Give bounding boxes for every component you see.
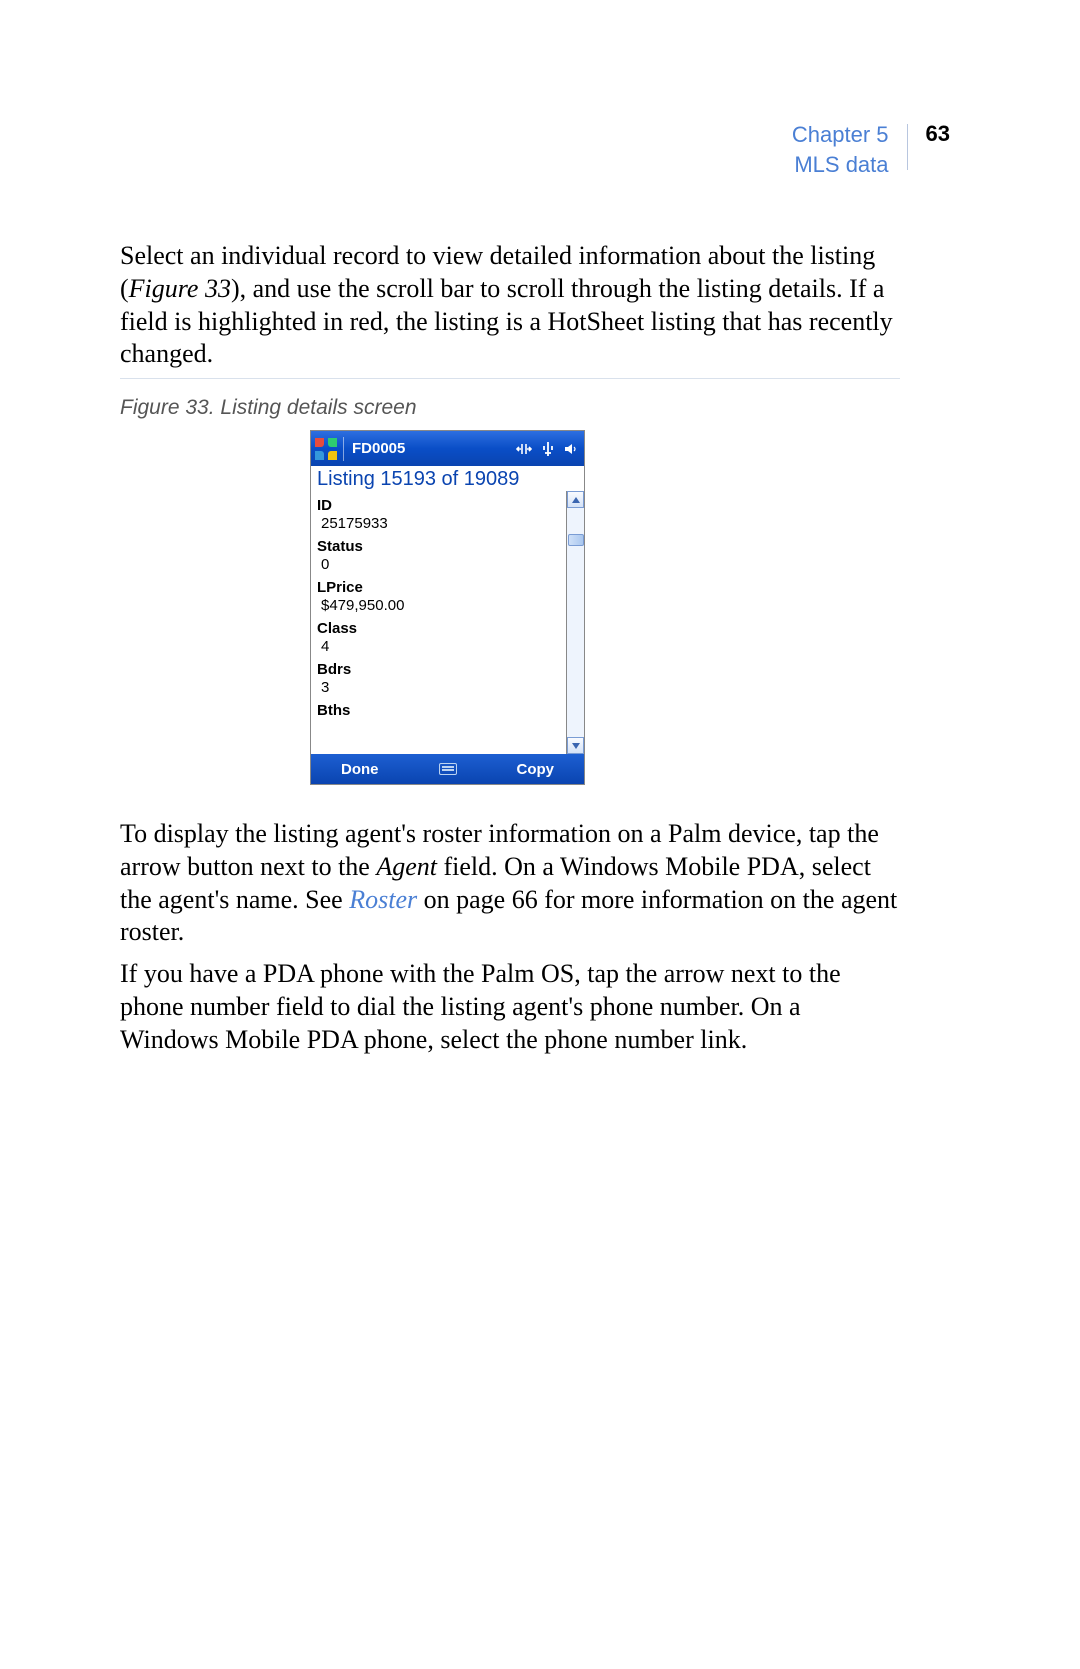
field-label-lprice: LPrice bbox=[317, 579, 560, 596]
pda-bottombar: Done Copy bbox=[311, 754, 584, 784]
section-label: MLS data bbox=[792, 150, 889, 180]
scrollbar[interactable] bbox=[566, 491, 584, 754]
field-value-lprice: $479,950.00 bbox=[317, 597, 560, 614]
field-label-id: ID bbox=[317, 497, 560, 514]
listing-fields: ID 25175933 Status 0 LPrice $479,950.00 … bbox=[311, 491, 566, 754]
figure-rule bbox=[120, 378, 900, 379]
paragraph-3: If you have a PDA phone with the Palm OS… bbox=[120, 958, 900, 1056]
scroll-down-button[interactable] bbox=[567, 737, 584, 754]
scroll-track[interactable] bbox=[567, 508, 584, 737]
scroll-up-button[interactable] bbox=[567, 491, 584, 508]
agent-emphasis: Agent bbox=[376, 852, 437, 881]
scroll-thumb[interactable] bbox=[568, 534, 584, 546]
paragraph-2: To display the listing agent's roster in… bbox=[120, 818, 900, 949]
field-value-id: 25175933 bbox=[317, 515, 560, 532]
figure-ref: Figure 33 bbox=[129, 274, 231, 303]
pda-screenshot: FD0005 Listing 15193 of 19089 ID 2517593… bbox=[310, 430, 585, 785]
speaker-icon bbox=[564, 443, 578, 455]
done-button[interactable]: Done bbox=[341, 761, 379, 778]
keyboard-icon[interactable] bbox=[439, 763, 457, 775]
field-label-bths: Bths bbox=[317, 702, 560, 719]
chapter-label: Chapter 5 bbox=[792, 120, 889, 150]
roster-link[interactable]: Roster bbox=[349, 885, 417, 914]
title-separator bbox=[343, 437, 344, 461]
page-number: 63 bbox=[908, 121, 950, 147]
connectivity-icon bbox=[516, 442, 532, 456]
field-value-status: 0 bbox=[317, 556, 560, 573]
pda-title: FD0005 bbox=[352, 440, 516, 457]
field-label-class: Class bbox=[317, 620, 560, 637]
figure-caption: Figure 33. Listing details screen bbox=[120, 396, 417, 420]
page-header: Chapter 5 MLS data 63 bbox=[792, 120, 950, 179]
field-label-bdrs: Bdrs bbox=[317, 661, 560, 678]
pda-titlebar: FD0005 bbox=[311, 431, 584, 466]
arrow-down-icon bbox=[572, 743, 580, 749]
field-value-bdrs: 3 bbox=[317, 679, 560, 696]
copy-button[interactable]: Copy bbox=[517, 761, 555, 778]
paragraph-1: Select an individual record to view deta… bbox=[120, 240, 900, 371]
field-label-status: Status bbox=[317, 538, 560, 555]
signal-icon bbox=[542, 442, 554, 456]
arrow-up-icon bbox=[572, 497, 580, 503]
windows-logo-icon bbox=[315, 438, 337, 460]
field-value-class: 4 bbox=[317, 638, 560, 655]
listing-counter: Listing 15193 of 19089 bbox=[311, 466, 584, 491]
